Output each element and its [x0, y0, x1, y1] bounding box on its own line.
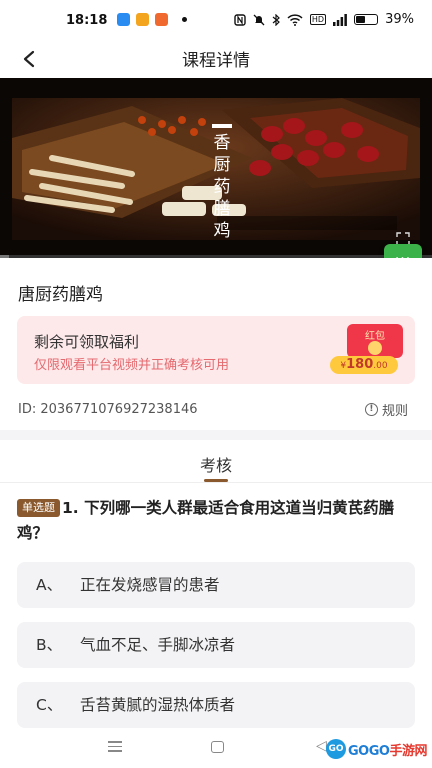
watermark-brand: GOGO — [348, 743, 390, 759]
option-b[interactable]: B、 气血不足、手脚冰凉者 — [17, 622, 415, 668]
app-notification-icon — [117, 13, 130, 26]
wifi-icon — [287, 13, 303, 26]
option-text: 气血不足、手脚冰凉者 — [80, 636, 236, 654]
svg-text:香: 香 — [214, 133, 231, 153]
option-text: 舌苔黄腻的湿热体质者 — [80, 696, 236, 714]
watermark-badge: GO — [326, 739, 346, 759]
top-nav-bar: 课程详情 — [0, 42, 432, 78]
course-id: ID: 2036771076927238146 — [18, 402, 198, 417]
battery-icon — [354, 14, 379, 25]
signal-icon — [333, 13, 347, 26]
watermark-logo: GO GOGO手游网 — [326, 736, 427, 762]
benefit-amount: ¥180.00 — [330, 356, 398, 374]
option-a[interactable]: A、 正在发烧感冒的患者 — [17, 562, 415, 608]
exam-section: 考核 单选题 1. 下列哪一类人群最适合食用这道当归黄芪药膳鸡？ A、 正在发烧感冒… — [0, 440, 432, 732]
red-packet-icon: 红包 — [347, 324, 403, 358]
watermark-text: GOGO手游网 — [348, 740, 427, 759]
svg-text:厨: 厨 — [214, 155, 231, 175]
divider — [0, 482, 432, 483]
option-text: 正在发烧感冒的患者 — [80, 576, 220, 594]
home-button[interactable] — [211, 741, 224, 753]
page-title: 课程详情 — [182, 51, 250, 71]
course-title: 唐厨药膳鸡 — [18, 285, 103, 305]
question-text: 单选题 1. 下列哪一类人群最适合食用这道当归黄芪药膳鸡？ — [17, 496, 415, 546]
status-time: 18:18 — [66, 13, 108, 28]
message-notification-icon — [155, 13, 168, 26]
network-type-badge: HD — [309, 14, 327, 25]
system-nav-bar: ◁ GO GOGO手游网 — [0, 732, 432, 768]
mute-icon — [253, 14, 265, 25]
course-info-card: 唐厨药膳鸡 剩余可领取福利 仅限观看平台视频并正确考核可用 红包 ¥180.00… — [0, 258, 432, 430]
nfc-icon — [234, 13, 246, 26]
battery-percent: 39% — [385, 12, 414, 27]
red-packet-seal — [368, 341, 382, 355]
info-icon: ! — [364, 403, 378, 416]
recent-apps-button[interactable] — [108, 741, 122, 755]
amount-decimal: .00 — [373, 361, 388, 371]
amount-main: 180 — [346, 357, 374, 372]
more-notifications-dot-icon — [182, 17, 187, 22]
red-packet-label: 红包 — [365, 331, 385, 342]
svg-text:膳: 膳 — [214, 199, 231, 219]
video-player[interactable]: 香 厨 药 膳 鸡 — [0, 78, 432, 258]
status-bar: 18:18 HD 39% — [0, 0, 432, 42]
mail-notification-icon — [136, 13, 149, 26]
watermark-suffix: 手游网 — [389, 743, 427, 759]
option-c[interactable]: C、 舌苔黄腻的湿热体质者 — [17, 682, 415, 728]
question-body: 1. 下列哪一类人群最适合食用这道当归黄芪药膳鸡？ — [17, 499, 395, 542]
benefit-banner[interactable]: 剩余可领取福利 仅限观看平台视频并正确考核可用 红包 ¥180.00 — [17, 316, 415, 384]
rules-label: 规则 — [381, 404, 408, 419]
option-letter: C、 — [36, 696, 63, 714]
question-type-badge: 单选题 — [17, 499, 60, 517]
option-letter: A、 — [36, 576, 63, 594]
svg-text:鸡: 鸡 — [214, 221, 231, 240]
svg-text:药: 药 — [214, 177, 231, 197]
notification-icons — [117, 13, 187, 26]
video-thumbnail: 香 厨 药 膳 鸡 — [12, 98, 420, 240]
rules-link[interactable]: ! 规则 — [364, 400, 408, 419]
system-icons: HD 39% — [234, 12, 414, 27]
tab-exam[interactable]: 考核 — [0, 452, 432, 476]
benefit-title: 剩余可领取福利 — [34, 333, 140, 351]
benefit-subtitle: 仅限观看平台视频并正确考核可用 — [34, 358, 230, 373]
option-letter: B、 — [36, 636, 63, 654]
bluetooth-icon — [272, 13, 280, 26]
